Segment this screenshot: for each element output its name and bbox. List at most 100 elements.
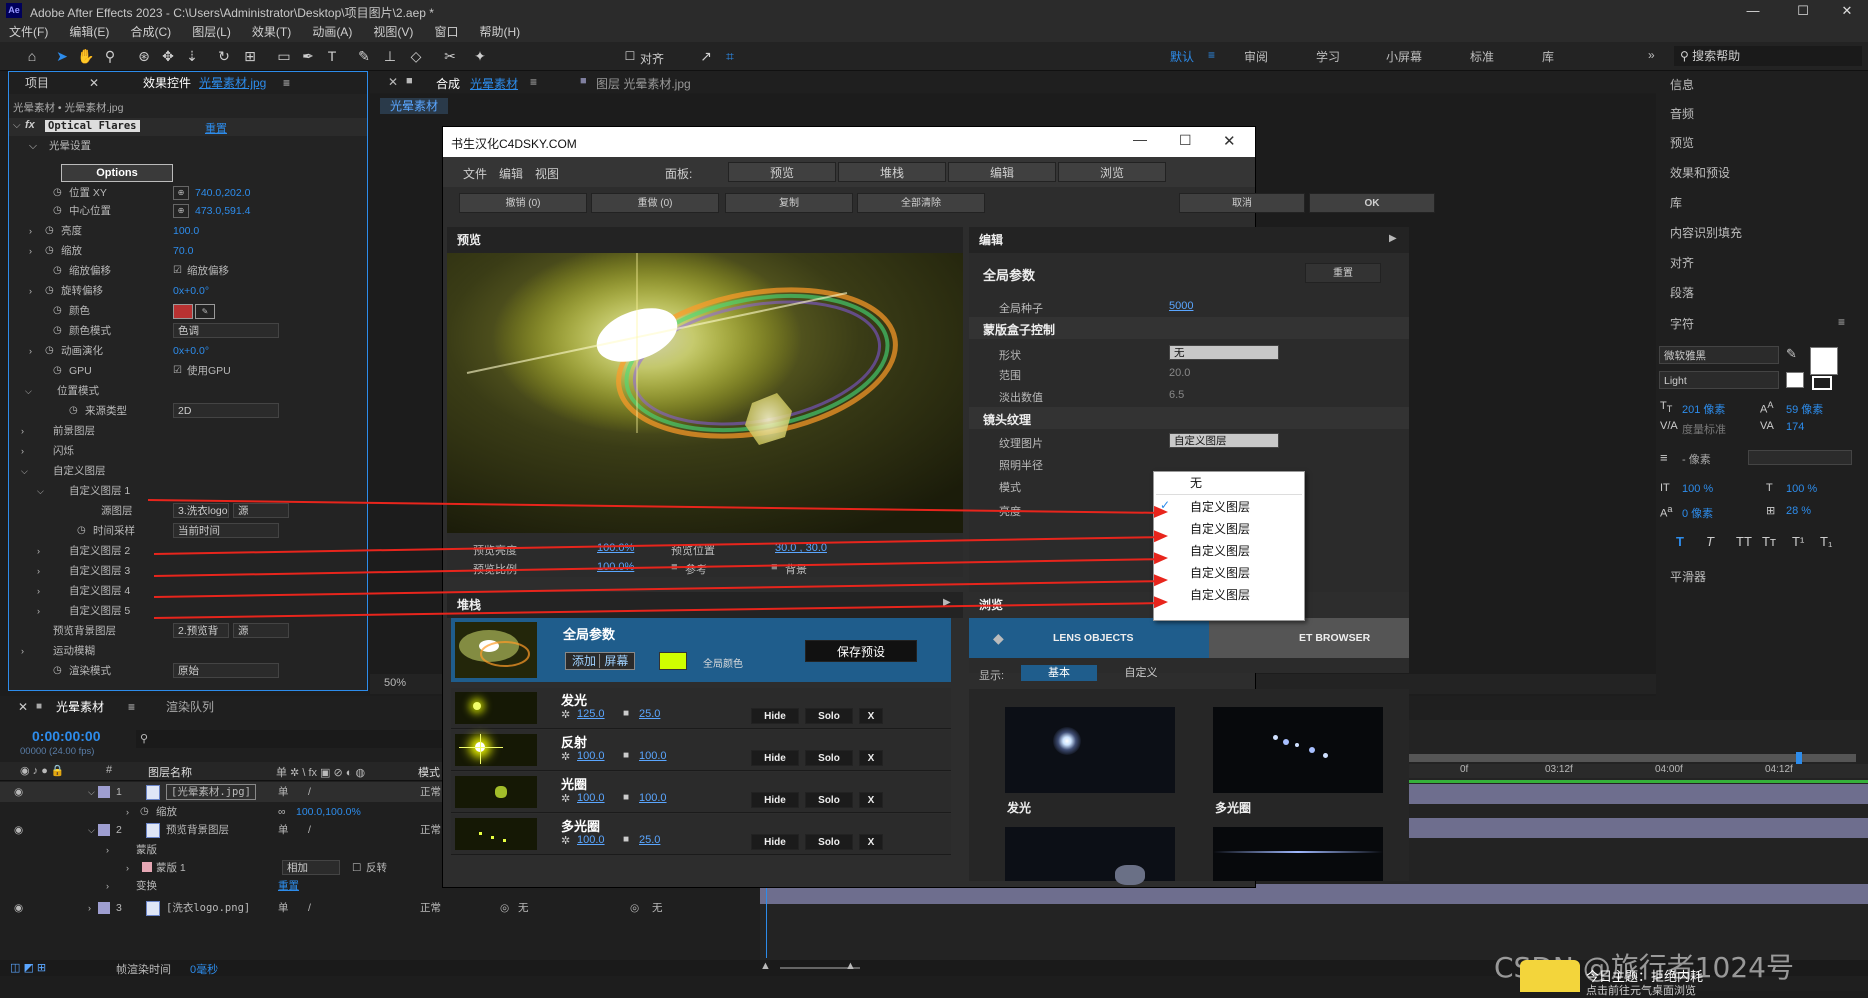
mask-mode-select[interactable]: 相加 xyxy=(282,860,340,875)
panel-menu-icon[interactable]: ≡ xyxy=(1838,315,1845,329)
chevron-right-icon[interactable]: › xyxy=(21,422,24,440)
subscript-icon[interactable]: T₁ xyxy=(1820,534,1832,549)
stopwatch-icon[interactable]: ◷ xyxy=(45,242,54,260)
of-tab-preview[interactable]: 预览 xyxy=(728,162,836,182)
chevron-down-icon[interactable]: ⌵ xyxy=(37,482,44,500)
selection-tool-icon[interactable]: ➤ xyxy=(52,46,72,66)
stopwatch-icon[interactable]: ◷ xyxy=(53,302,62,320)
stack-item[interactable]: 反射 ✲ 100.0 ■ 100.0 Hide Solo X xyxy=(451,730,951,771)
timecode[interactable]: 0:00:00:00 xyxy=(32,728,101,744)
blend-mode[interactable]: 正常 xyxy=(420,898,441,918)
chevron-right-icon[interactable]: › xyxy=(126,858,129,878)
solo-button[interactable]: Solo xyxy=(805,834,853,850)
lens-object-glow[interactable] xyxy=(1005,707,1175,793)
shy-switch-icon[interactable]: 单 xyxy=(278,898,289,918)
chevron-right-icon[interactable]: › xyxy=(37,582,40,600)
minimize-icon[interactable]: — xyxy=(1133,131,1147,147)
effect-reset-link[interactable]: 重置 xyxy=(205,120,227,136)
param-select[interactable]: 色调 xyxy=(173,323,279,338)
lens-object-multi-iris[interactable] xyxy=(1213,707,1383,793)
lens-object-iris[interactable] xyxy=(1005,827,1175,885)
hide-button[interactable]: Hide xyxy=(751,708,799,724)
link-icon[interactable]: ∞ xyxy=(278,802,286,822)
stack-item-brightness[interactable]: 100.0 xyxy=(577,834,605,846)
close-icon[interactable]: ✕ xyxy=(18,696,28,718)
eyedropper-icon[interactable]: ✎ xyxy=(195,304,215,319)
panel-audio[interactable]: 音频 xyxy=(1670,105,1694,122)
close-icon[interactable]: ✕ xyxy=(1223,132,1236,150)
tab-project[interactable]: 项目 xyxy=(25,72,49,94)
chevron-down-icon[interactable]: ⌵ xyxy=(29,137,37,155)
tab-composition[interactable]: 合成 xyxy=(436,75,460,92)
flare-preview[interactable] xyxy=(447,253,963,533)
layer-name-header[interactable]: 图层名称 xyxy=(148,764,192,780)
redo-button[interactable]: 重做 (0) xyxy=(591,193,719,213)
baseline-value[interactable]: 0 像素 xyxy=(1682,505,1713,521)
param-value[interactable]: 70.0 xyxy=(173,242,193,260)
add-button[interactable]: 添加 屏幕 xyxy=(565,652,636,670)
chevron-right-icon[interactable]: › xyxy=(21,642,24,660)
stack-item[interactable]: 光圈 ✲ 100.0 ■ 100.0 Hide Solo X xyxy=(451,772,951,813)
kerning-value[interactable]: 度量标准 xyxy=(1682,421,1726,437)
work-area-end-handle[interactable] xyxy=(1796,752,1802,764)
stopwatch-icon[interactable]: ◷ xyxy=(45,342,54,360)
panel-character[interactable]: 字符 xyxy=(1670,315,1694,332)
panel-effects-presets[interactable]: 效果和预设 xyxy=(1670,164,1730,181)
chevron-down-icon[interactable]: ⌵ xyxy=(25,382,32,400)
maximize-icon[interactable]: ☐ xyxy=(1179,132,1192,149)
filter-custom[interactable]: 自定义 xyxy=(1103,665,1179,681)
parent-pickwhip-icon[interactable]: ◎ xyxy=(630,898,639,918)
minimize-icon[interactable]: — xyxy=(1730,0,1776,22)
param-select[interactable]: 当前时间 xyxy=(173,523,279,538)
rectangle-tool-icon[interactable]: ▭ xyxy=(274,46,294,66)
label-color[interactable] xyxy=(98,902,110,914)
color-swatch[interactable] xyxy=(173,304,193,319)
menu-file[interactable]: 文件(F) xyxy=(0,22,57,42)
stopwatch-icon[interactable]: ◷ xyxy=(53,262,62,280)
tab-preset-browser[interactable]: ET BROWSER xyxy=(1299,632,1370,644)
of-menu-edit[interactable]: 编辑 xyxy=(499,165,523,182)
panel-preview[interactable]: 预览 xyxy=(1670,134,1694,151)
eyedropper-icon[interactable]: ✎ xyxy=(1786,346,1797,362)
panel-smoother[interactable]: 平滑器 xyxy=(1670,568,1706,585)
panel-content-aware[interactable]: 内容识别填充 xyxy=(1670,224,1742,241)
chevron-right-icon[interactable]: › xyxy=(29,342,32,360)
solo-button[interactable]: Solo xyxy=(805,750,853,766)
of-tab-browse[interactable]: 浏览 xyxy=(1058,162,1166,182)
dolly-tool-icon[interactable]: ⇣ xyxy=(182,46,202,66)
edit-reset-button[interactable]: 重置 xyxy=(1305,263,1381,283)
stack-item-scale[interactable]: 25.0 xyxy=(639,708,660,720)
chevron-right-icon[interactable]: › xyxy=(37,602,40,620)
options-button[interactable]: Options xyxy=(61,164,173,182)
superscript-icon[interactable]: T¹ xyxy=(1792,534,1804,549)
roto-tool-icon[interactable]: ✂ xyxy=(440,46,460,66)
stack-item-brightness[interactable]: 125.0 xyxy=(577,708,605,720)
layer-name[interactable]: [光晕素材.jpg] xyxy=(166,784,256,800)
copy-button[interactable]: 复制 xyxy=(725,193,853,213)
hide-button[interactable]: Hide xyxy=(751,750,799,766)
orbit-tool-icon[interactable]: ⊛ xyxy=(134,46,154,66)
label-color[interactable] xyxy=(98,824,110,836)
text-tool-icon[interactable]: T xyxy=(322,46,342,66)
panel-info[interactable]: 信息 xyxy=(1670,76,1694,93)
status-icons[interactable]: ◫ ◩ ⊞ xyxy=(10,961,46,974)
menu-composition[interactable]: 合成(C) xyxy=(121,22,180,42)
fade-value[interactable]: 6.5 xyxy=(1169,389,1184,401)
panel-menu-icon[interactable]: ≡ xyxy=(283,72,290,94)
range-value[interactable]: 20.0 xyxy=(1169,367,1190,379)
track-matte-value[interactable]: 无 xyxy=(518,898,529,918)
puppet-tool-icon[interactable]: ✦ xyxy=(470,46,490,66)
param-select[interactable]: 2.预览背 xyxy=(173,623,229,638)
close-icon[interactable]: ✕ xyxy=(89,72,99,94)
of-menu-view[interactable]: 视图 xyxy=(535,165,559,182)
global-color-swatch[interactable] xyxy=(659,652,687,670)
quality-switch-icon[interactable]: / xyxy=(308,898,311,918)
menu-effect[interactable]: 效果(T) xyxy=(243,22,300,42)
menu-animation[interactable]: 动画(A) xyxy=(303,22,361,42)
solo-button[interactable]: Solo xyxy=(805,792,853,808)
comp-chip[interactable]: 光晕素材 xyxy=(380,98,449,114)
delete-button[interactable]: X xyxy=(859,792,883,808)
hand-tool-icon[interactable]: ✋ xyxy=(76,46,96,66)
dropdown-item-custom-layer-5[interactable]: 自定义图层 xyxy=(1154,584,1304,606)
param-select[interactable]: 3.洗衣logo xyxy=(173,503,229,518)
